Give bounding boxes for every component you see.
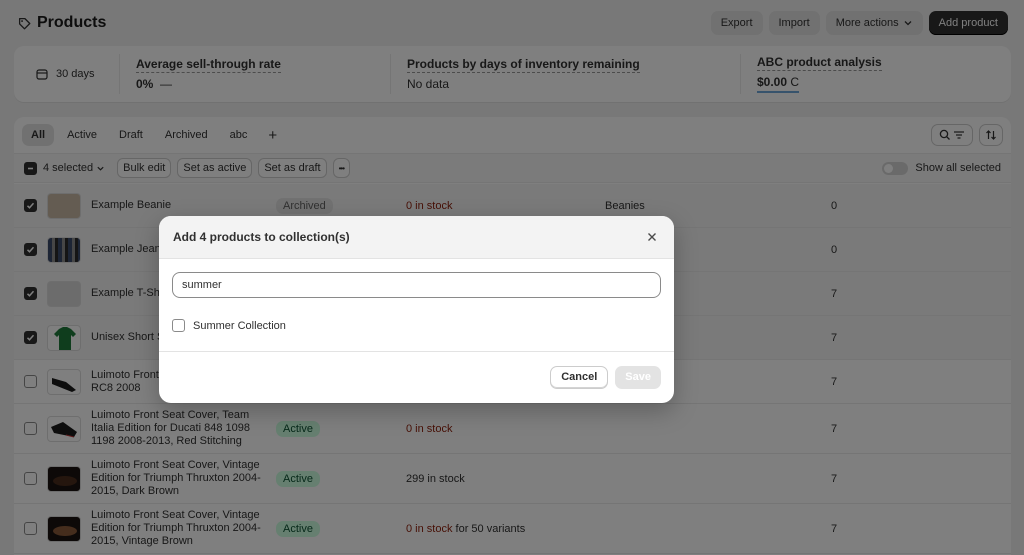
modal-title: Add 4 products to collection(s)	[173, 230, 350, 244]
modal-header: Add 4 products to collection(s)	[159, 216, 674, 259]
modal-body: Summer Collection	[159, 259, 674, 352]
save-button[interactable]: Save	[615, 365, 661, 389]
close-icon	[648, 233, 656, 241]
collection-option[interactable]: Summer Collection	[172, 319, 661, 332]
cancel-button[interactable]: Cancel	[550, 365, 609, 389]
collection-search-input[interactable]	[172, 272, 661, 298]
collection-checkbox[interactable]	[172, 319, 185, 332]
modal-footer: Cancel Save	[159, 352, 674, 402]
collection-option-label: Summer Collection	[193, 319, 286, 332]
add-to-collection-modal: Add 4 products to collection(s) Summer C…	[159, 216, 674, 403]
close-button[interactable]	[644, 229, 660, 245]
